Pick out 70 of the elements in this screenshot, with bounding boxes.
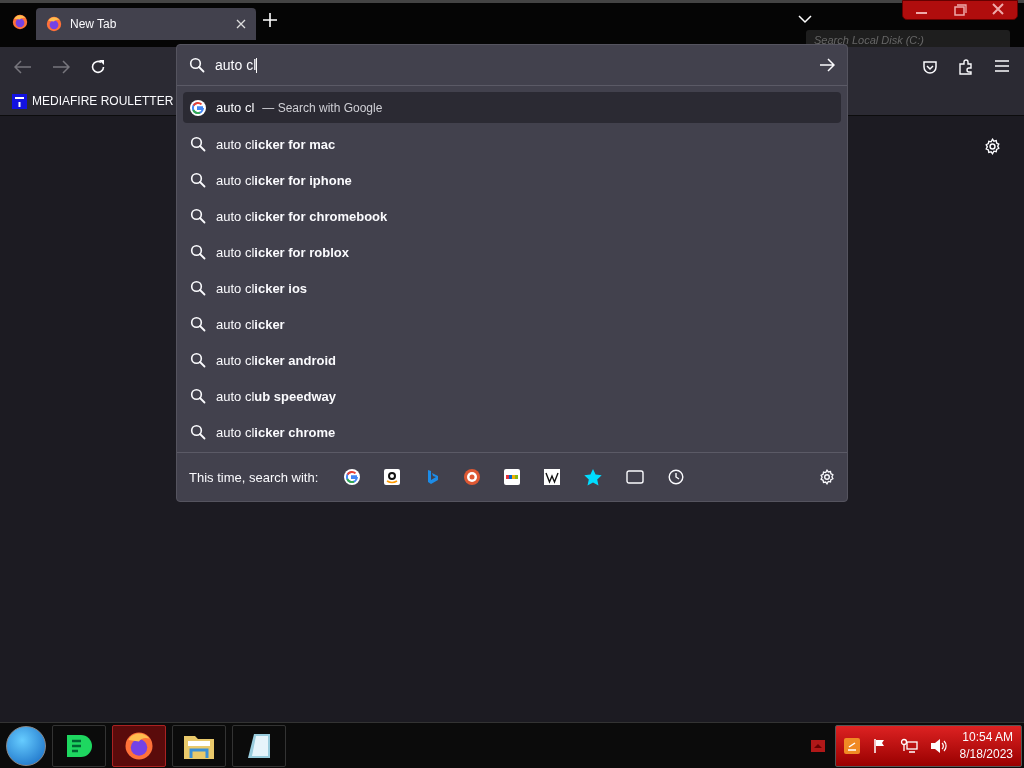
suggestion-text: auto clicker chrome	[216, 424, 336, 440]
wikipedia-icon[interactable]	[544, 469, 561, 485]
bookmark-icon	[12, 93, 27, 109]
search-icon	[190, 424, 206, 440]
settings-icon[interactable]	[819, 469, 835, 485]
clock[interactable]: 10:54 AM 8/18/2023	[959, 728, 1013, 763]
suggestion-text: auto clicker android	[216, 352, 336, 368]
suggestion-text: auto clicker	[216, 316, 285, 332]
address-field[interactable]: auto cl	[177, 45, 847, 86]
suggestion-text: auto clicker for mac	[216, 136, 336, 152]
taskbar-app[interactable]	[112, 724, 166, 767]
search-icon	[190, 388, 206, 404]
suggestion-row[interactable]: auto club speedway	[183, 378, 841, 414]
search-icon	[190, 136, 206, 152]
speaker-icon[interactable]	[929, 737, 948, 754]
one-off-label: This time, search with:	[189, 469, 319, 485]
suggestion-text: auto club speedway	[216, 388, 336, 404]
firefox-icon	[46, 16, 62, 32]
pocket-icon[interactable]	[922, 59, 938, 75]
amazon-icon[interactable]	[384, 469, 401, 485]
suggestion-text: auto clicker for roblox	[216, 244, 349, 260]
tray-expand-icon[interactable]	[810, 739, 825, 752]
firefox-icon	[12, 14, 28, 30]
suggestion-row[interactable]: auto clicker chrome	[183, 414, 841, 450]
suggestion-row[interactable]: auto clicker ios	[183, 270, 841, 306]
search-icon	[190, 316, 206, 332]
search-icon	[190, 352, 206, 368]
google-icon	[190, 99, 206, 116]
search-icon	[189, 57, 205, 73]
tab-icon[interactable]	[626, 470, 645, 484]
suggestion-row[interactable]: auto clicker for chromebook	[183, 198, 841, 234]
suggestion-text: auto clicker ios	[216, 280, 308, 296]
clock-time: 10:54 AM	[962, 728, 1013, 746]
browser-tab[interactable]: New Tab	[36, 8, 256, 40]
star-icon[interactable]	[584, 468, 603, 486]
back-icon[interactable]	[14, 60, 32, 74]
suggestion-row[interactable]: auto clicker for roblox	[183, 234, 841, 270]
taskbar-app[interactable]	[232, 724, 286, 767]
forward-icon[interactable]	[52, 60, 70, 74]
start-button[interactable]	[6, 725, 46, 766]
close-icon[interactable]	[236, 19, 246, 29]
suggestion-row[interactable]: auto clicker android	[183, 342, 841, 378]
search-icon	[190, 208, 206, 224]
search-icon	[190, 280, 206, 296]
suggestion-text: auto cl	[216, 100, 255, 115]
menu-icon[interactable]	[994, 59, 1010, 73]
settings-icon[interactable]	[984, 138, 1001, 155]
taskbar-app[interactable]	[172, 724, 226, 767]
go-arrow-icon[interactable]	[819, 58, 835, 72]
search-icon	[190, 244, 206, 260]
suggestion-row[interactable]: auto clicker for iphone	[183, 162, 841, 198]
suggestion-row[interactable]: auto clicker	[183, 306, 841, 342]
taskbar-app[interactable]	[52, 724, 106, 767]
app-tray-icon[interactable]	[843, 737, 860, 754]
firefox-icon	[124, 730, 154, 761]
suggestion-text: auto clicker for chromebook	[216, 208, 388, 224]
chevron-down-icon[interactable]	[798, 14, 812, 24]
bookmark-item[interactable]: MEDIAFIRE ROULETTER	[12, 93, 174, 109]
suggestion-row[interactable]: auto clicker for mac	[183, 126, 841, 162]
reload-icon[interactable]	[90, 59, 106, 75]
clock-date: 8/18/2023	[959, 745, 1013, 763]
suggestion-row[interactable]: auto cl — Search with Google	[183, 92, 841, 123]
suggestion-text: auto clicker for iphone	[216, 172, 352, 188]
new-tab-icon[interactable]	[262, 12, 278, 28]
network-icon[interactable]	[899, 737, 918, 754]
google-icon[interactable]	[344, 469, 361, 485]
history-icon[interactable]	[668, 469, 685, 485]
puzzle-icon[interactable]	[958, 59, 974, 75]
action-text: — Search with Google	[262, 100, 383, 115]
search-icon	[190, 172, 206, 188]
